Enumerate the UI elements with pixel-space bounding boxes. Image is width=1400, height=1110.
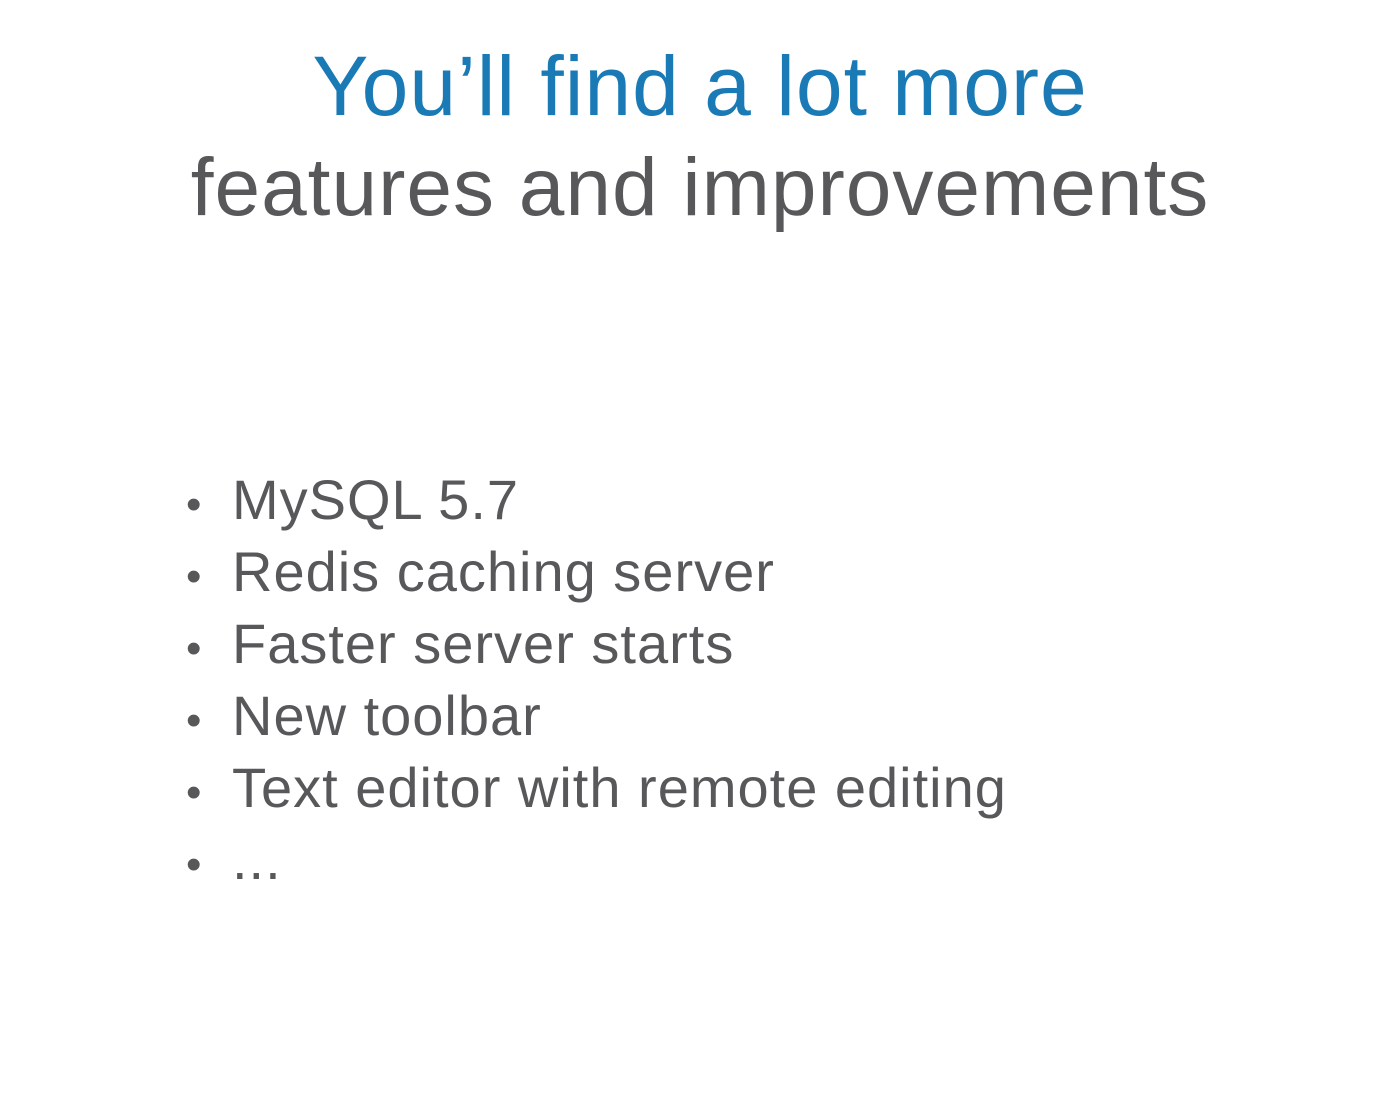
feature-text: MySQL 5.7 xyxy=(232,468,520,531)
bullet-icon: • xyxy=(186,768,202,817)
feature-text: Redis caching server xyxy=(232,540,775,603)
list-item: • Redis caching server xyxy=(186,536,1007,608)
heading-line-2: features and improvements xyxy=(190,142,1210,233)
feature-text: New toolbar xyxy=(232,684,542,747)
list-item: • Faster server starts xyxy=(186,608,1007,680)
list-item: • New toolbar xyxy=(186,680,1007,752)
feature-list: • MySQL 5.7 • Redis caching server • Fas… xyxy=(186,464,1007,896)
feature-text: ... xyxy=(232,828,282,891)
slide-heading: You’ll find a lot more features and impr… xyxy=(0,38,1400,238)
bullet-icon: • xyxy=(186,624,202,673)
feature-text: Text editor with remote editing xyxy=(232,756,1007,819)
bullet-icon: • xyxy=(186,552,202,601)
bullet-icon: • xyxy=(186,480,202,529)
list-item: • ... xyxy=(186,824,1007,896)
bullet-icon: • xyxy=(186,696,202,745)
bullet-icon: • xyxy=(186,840,202,889)
list-item: • Text editor with remote editing xyxy=(186,752,1007,824)
heading-line-1: You’ll find a lot more xyxy=(312,39,1088,133)
feature-text: Faster server starts xyxy=(232,612,735,675)
slide: You’ll find a lot more features and impr… xyxy=(0,0,1400,1110)
list-item: • MySQL 5.7 xyxy=(186,464,1007,536)
